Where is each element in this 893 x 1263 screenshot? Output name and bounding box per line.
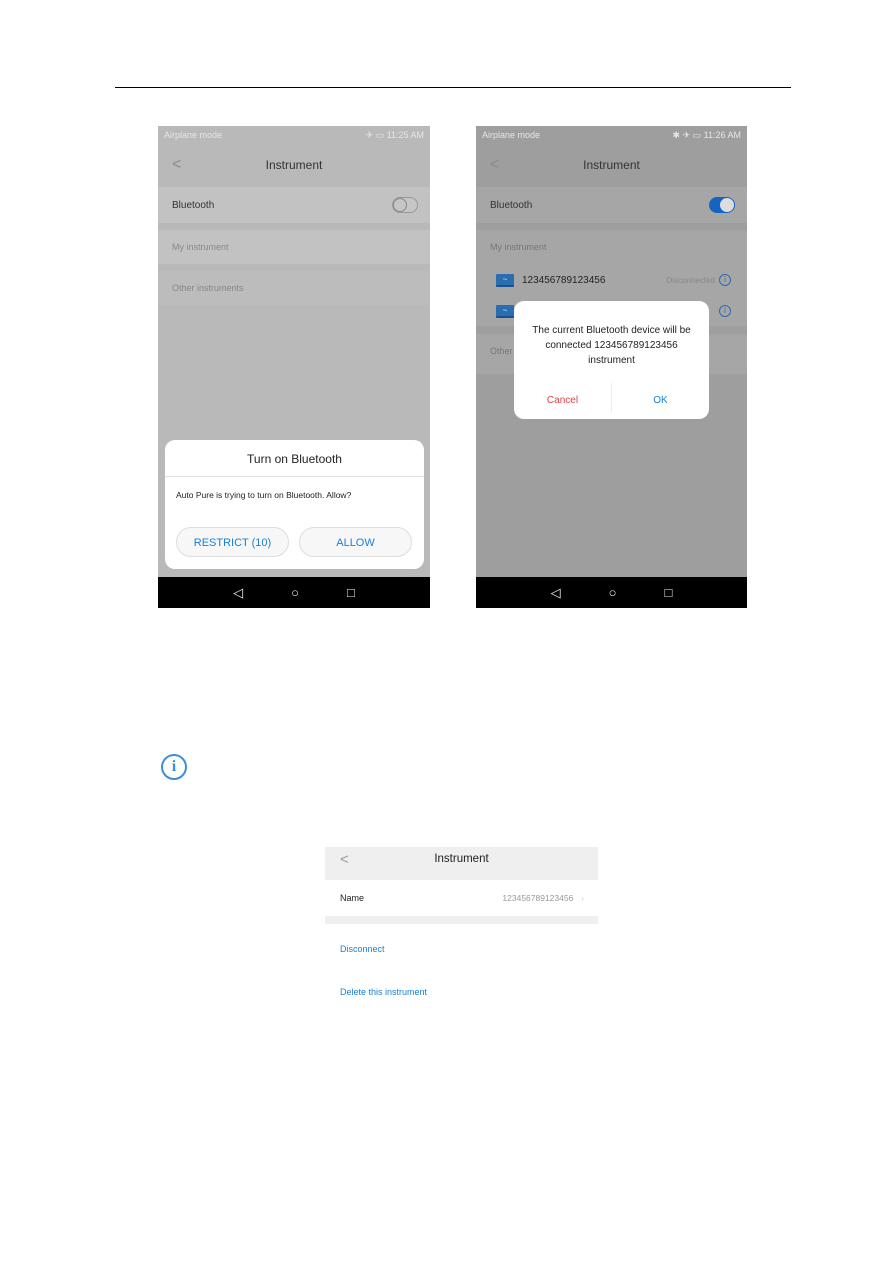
name-label: Name: [340, 893, 365, 903]
bluetooth-label: Bluetooth: [490, 199, 533, 211]
section-label: Other: [490, 346, 513, 356]
status-bar: Airplane mode ✈ ▭ 11:25 AM: [158, 126, 430, 146]
nav-bar: ◁ ○ □: [476, 577, 747, 608]
page-title: Instrument: [583, 158, 640, 172]
chevron-right-icon: ›: [581, 893, 584, 903]
header-rule: [115, 87, 791, 88]
instrument-icon: ~: [496, 273, 514, 287]
screenshot-turn-on-bluetooth: Airplane mode ✈ ▭ 11:25 AM < Instrument …: [158, 126, 430, 608]
nav-recents-icon[interactable]: □: [347, 585, 355, 600]
bluetooth-row: Bluetooth: [476, 187, 747, 223]
my-instrument-section: My instrument: [158, 230, 430, 264]
bluetooth-airplane-icons: ✱ ✈ ▭: [672, 130, 704, 140]
bluetooth-toggle[interactable]: [709, 197, 735, 213]
page-title: Instrument: [434, 853, 489, 865]
nav-bar: ◁ ○ □: [158, 577, 430, 608]
bluetooth-toggle[interactable]: [392, 197, 418, 213]
screenshot-instrument-details: < Instrument Name 123456789123456 › Disc…: [325, 847, 598, 1010]
nav-recents-icon[interactable]: □: [665, 585, 673, 600]
dialog-title: Turn on Bluetooth: [165, 440, 424, 477]
bluetooth-permission-dialog: Turn on Bluetooth Auto Pure is trying to…: [165, 440, 424, 569]
screenshot-connect-device: Airplane mode ✱ ✈ ▭ 11:26 AM < Instrumen…: [476, 126, 747, 608]
restrict-button[interactable]: RESTRICT (10): [176, 527, 289, 557]
app-header: < Instrument: [476, 146, 747, 186]
status-bar: Airplane mode ✱ ✈ ▭ 11:26 AM: [476, 126, 747, 146]
clock: 11:26 AM: [703, 130, 741, 140]
allow-button[interactable]: ALLOW: [299, 527, 412, 557]
other-instruments-section: Other instruments: [158, 271, 430, 305]
app-header: < Instrument: [158, 146, 430, 186]
nav-back-icon[interactable]: ◁: [551, 585, 561, 601]
clock: 11:25 AM: [386, 130, 424, 140]
section-label: Other instruments: [172, 283, 244, 293]
instrument-icon: ~: [496, 304, 514, 318]
info-icon[interactable]: i: [719, 274, 731, 286]
bluetooth-label: Bluetooth: [172, 199, 215, 211]
info-note-icon: i: [161, 754, 187, 780]
connect-dialog: The current Bluetooth device will be con…: [514, 301, 709, 419]
status-text: Airplane mode: [164, 130, 223, 140]
name-row[interactable]: Name 123456789123456 ›: [325, 880, 598, 916]
disconnect-button[interactable]: Disconnect: [340, 944, 385, 954]
app-header: < Instrument: [325, 847, 598, 880]
info-icon[interactable]: i: [719, 305, 731, 317]
ok-button[interactable]: OK: [612, 395, 709, 406]
bluetooth-row: Bluetooth: [158, 187, 430, 223]
divider: [325, 916, 598, 924]
device-row[interactable]: ~ 123456789123456 Disconnected i: [476, 271, 747, 289]
device-name: 123456789123456: [522, 274, 606, 286]
section-label: My instrument: [172, 242, 229, 252]
section-label: My instrument: [490, 242, 547, 252]
dialog-message: Auto Pure is trying to turn on Bluetooth…: [176, 490, 352, 500]
nav-back-icon[interactable]: ◁: [233, 585, 243, 601]
nav-home-icon[interactable]: ○: [291, 585, 299, 600]
name-value: 123456789123456: [502, 893, 574, 903]
dialog-message: The current Bluetooth device will be con…: [532, 325, 691, 366]
nav-home-icon[interactable]: ○: [609, 585, 617, 600]
airplane-icon: ✈ ▭: [365, 130, 387, 140]
status-text: Airplane mode: [482, 130, 541, 140]
page-title: Instrument: [265, 158, 323, 172]
cancel-button[interactable]: Cancel: [514, 395, 611, 406]
device-status: Disconnected: [666, 275, 715, 285]
delete-instrument-button[interactable]: Delete this instrument: [340, 987, 427, 997]
